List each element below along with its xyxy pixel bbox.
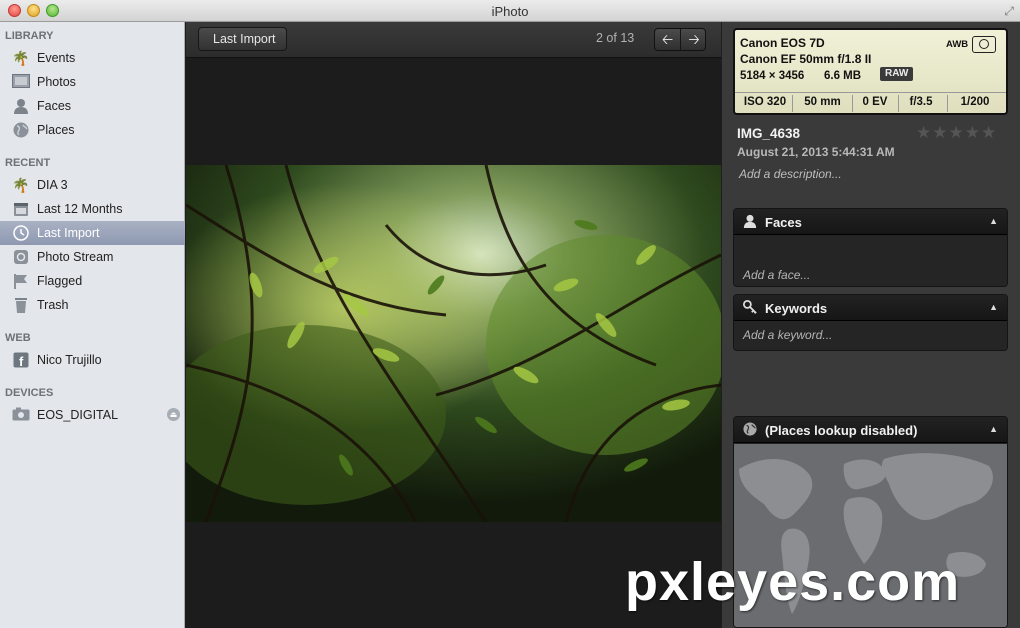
exposure-value: 0 EV: [862, 96, 888, 108]
lens-model: Canon EF 50mm f/1.8 II: [740, 52, 872, 66]
sidebar-item-label: Last 12 Months: [37, 202, 123, 216]
iphoto-window: iPhoto ⤢ LIBRARY 🌴 Events Photos Faces P…: [0, 0, 1020, 628]
sidebar-item-label: Events: [37, 51, 76, 65]
star-rating[interactable]: ★★★★★: [916, 123, 997, 143]
photo-title[interactable]: IMG_4638: [737, 126, 800, 141]
sidebar-item-label: Flagged: [37, 274, 83, 288]
photo-date: August 21, 2013 5:44:31 AM: [737, 145, 895, 159]
description-field[interactable]: Add a description...: [739, 167, 842, 181]
keywords-panel-header[interactable]: Keywords ▲: [734, 295, 1007, 321]
sidebar-item-label: Photo Stream: [37, 250, 114, 264]
photo-navigation: 🡠 🡢: [654, 28, 706, 51]
places-panel-header[interactable]: (Places lookup disabled) ▲: [734, 417, 1007, 443]
focal-length: 50 mm: [804, 96, 841, 108]
sidebar-item-label: DIA 3: [37, 178, 68, 192]
back-to-event-button[interactable]: Last Import: [198, 27, 287, 51]
shutter-speed: 1/200: [960, 96, 990, 108]
viewer-toolbar: Last Import 2 of 13 🡠 🡢: [186, 22, 721, 58]
previous-photo-button[interactable]: 🡠: [655, 29, 681, 50]
globe-icon: [743, 422, 757, 439]
section-devices: DEVICES: [5, 387, 54, 399]
sidebar-item-label: Last Import: [37, 226, 100, 240]
section-web: WEB: [5, 332, 31, 344]
photo-stream-icon: [12, 249, 30, 265]
sidebar: LIBRARY 🌴 Events Photos Faces Places REC…: [0, 22, 185, 628]
sidebar-item-photos[interactable]: Photos: [0, 70, 185, 94]
info-panel: Canon EOS 7D Canon EF 50mm f/1.8 II 5184…: [722, 22, 1020, 628]
palm-tree-icon: 🌴: [12, 177, 30, 193]
calendar-icon: [12, 201, 30, 217]
raw-badge: RAW: [880, 67, 914, 81]
flag-icon: [12, 273, 30, 289]
person-icon: [743, 214, 757, 231]
places-panel-title: (Places lookup disabled): [765, 423, 918, 438]
trash-icon: [12, 297, 30, 313]
sidebar-item-label: Trash: [37, 298, 69, 312]
sidebar-item-eos-digital[interactable]: EOS_DIGITAL ⏏: [0, 403, 185, 427]
sidebar-item-events[interactable]: 🌴 Events: [0, 46, 185, 70]
sidebar-item-label: Photos: [37, 75, 76, 89]
sidebar-item-photo-stream[interactable]: Photo Stream: [0, 245, 185, 269]
photo-counter: 2 of 13: [596, 31, 635, 45]
section-recent: RECENT: [5, 157, 51, 169]
collapse-triangle-icon[interactable]: ▲: [989, 216, 998, 226]
add-face-field[interactable]: Add a face...: [743, 268, 810, 282]
globe-icon: [12, 122, 30, 138]
window-title: iPhoto: [491, 4, 529, 19]
title-bar: iPhoto ⤢: [0, 0, 1020, 22]
eject-icon[interactable]: ⏏: [167, 408, 180, 421]
section-library: LIBRARY: [5, 30, 54, 42]
faces-panel-header[interactable]: Faces ▲: [734, 209, 1007, 235]
image-dimensions: 5184 × 3456: [740, 70, 805, 82]
fullscreen-icon[interactable]: ⤢: [1004, 4, 1014, 19]
exif-box: Canon EOS 7D Canon EF 50mm f/1.8 II 5184…: [733, 28, 1008, 115]
sidebar-item-nico-trujillo[interactable]: f Nico Trujillo: [0, 348, 185, 372]
sidebar-item-label: EOS_DIGITAL: [37, 408, 119, 422]
add-keyword-field[interactable]: Add a keyword...: [743, 328, 832, 342]
sidebar-item-label: Places: [37, 123, 75, 137]
photo-viewer: Last Import 2 of 13 🡠 🡢: [186, 22, 721, 628]
sidebar-item-flagged[interactable]: Flagged: [0, 269, 185, 293]
key-icon: [743, 300, 757, 317]
sidebar-item-last-import[interactable]: Last Import: [0, 221, 185, 245]
sidebar-item-label: Faces: [37, 99, 72, 113]
iso-value: ISO 320: [743, 96, 787, 108]
facebook-icon: f: [12, 352, 30, 369]
keywords-panel-title: Keywords: [765, 301, 828, 316]
person-icon: [12, 98, 30, 114]
keywords-panel: Keywords ▲ Add a keyword...: [733, 294, 1008, 351]
file-size: 6.6 MB: [824, 70, 862, 82]
sidebar-item-trash[interactable]: Trash: [0, 293, 185, 317]
sidebar-item-places[interactable]: Places: [0, 118, 185, 142]
camera-icon: [12, 407, 30, 423]
photos-icon: [12, 74, 30, 90]
photo-image[interactable]: [186, 165, 721, 522]
palm-tree-icon: 🌴: [12, 50, 30, 66]
clock-icon: [12, 225, 30, 241]
svg-text:f: f: [19, 354, 24, 368]
collapse-triangle-icon[interactable]: ▲: [989, 424, 998, 434]
white-balance: AWB: [946, 39, 969, 50]
sidebar-item-label: Nico Trujillo: [37, 353, 102, 367]
metering-mode-icon: [972, 36, 996, 53]
next-photo-button[interactable]: 🡢: [681, 29, 705, 50]
aperture-value: f/3.5: [909, 96, 933, 108]
faces-panel-title: Faces: [765, 215, 802, 230]
exif-settings-row: ISO 320 50 mm 0 EV f/3.5 1/200: [735, 92, 1006, 113]
watermark-text: pxleyes.com: [625, 552, 961, 612]
faces-panel: Faces ▲ Add a face...: [733, 208, 1008, 287]
collapse-triangle-icon[interactable]: ▲: [989, 302, 998, 312]
sidebar-item-dia-3[interactable]: 🌴 DIA 3: [0, 173, 185, 197]
sidebar-item-faces[interactable]: Faces: [0, 94, 185, 118]
camera-model: Canon EOS 7D: [740, 36, 825, 50]
sidebar-item-last-12-months[interactable]: Last 12 Months: [0, 197, 185, 221]
